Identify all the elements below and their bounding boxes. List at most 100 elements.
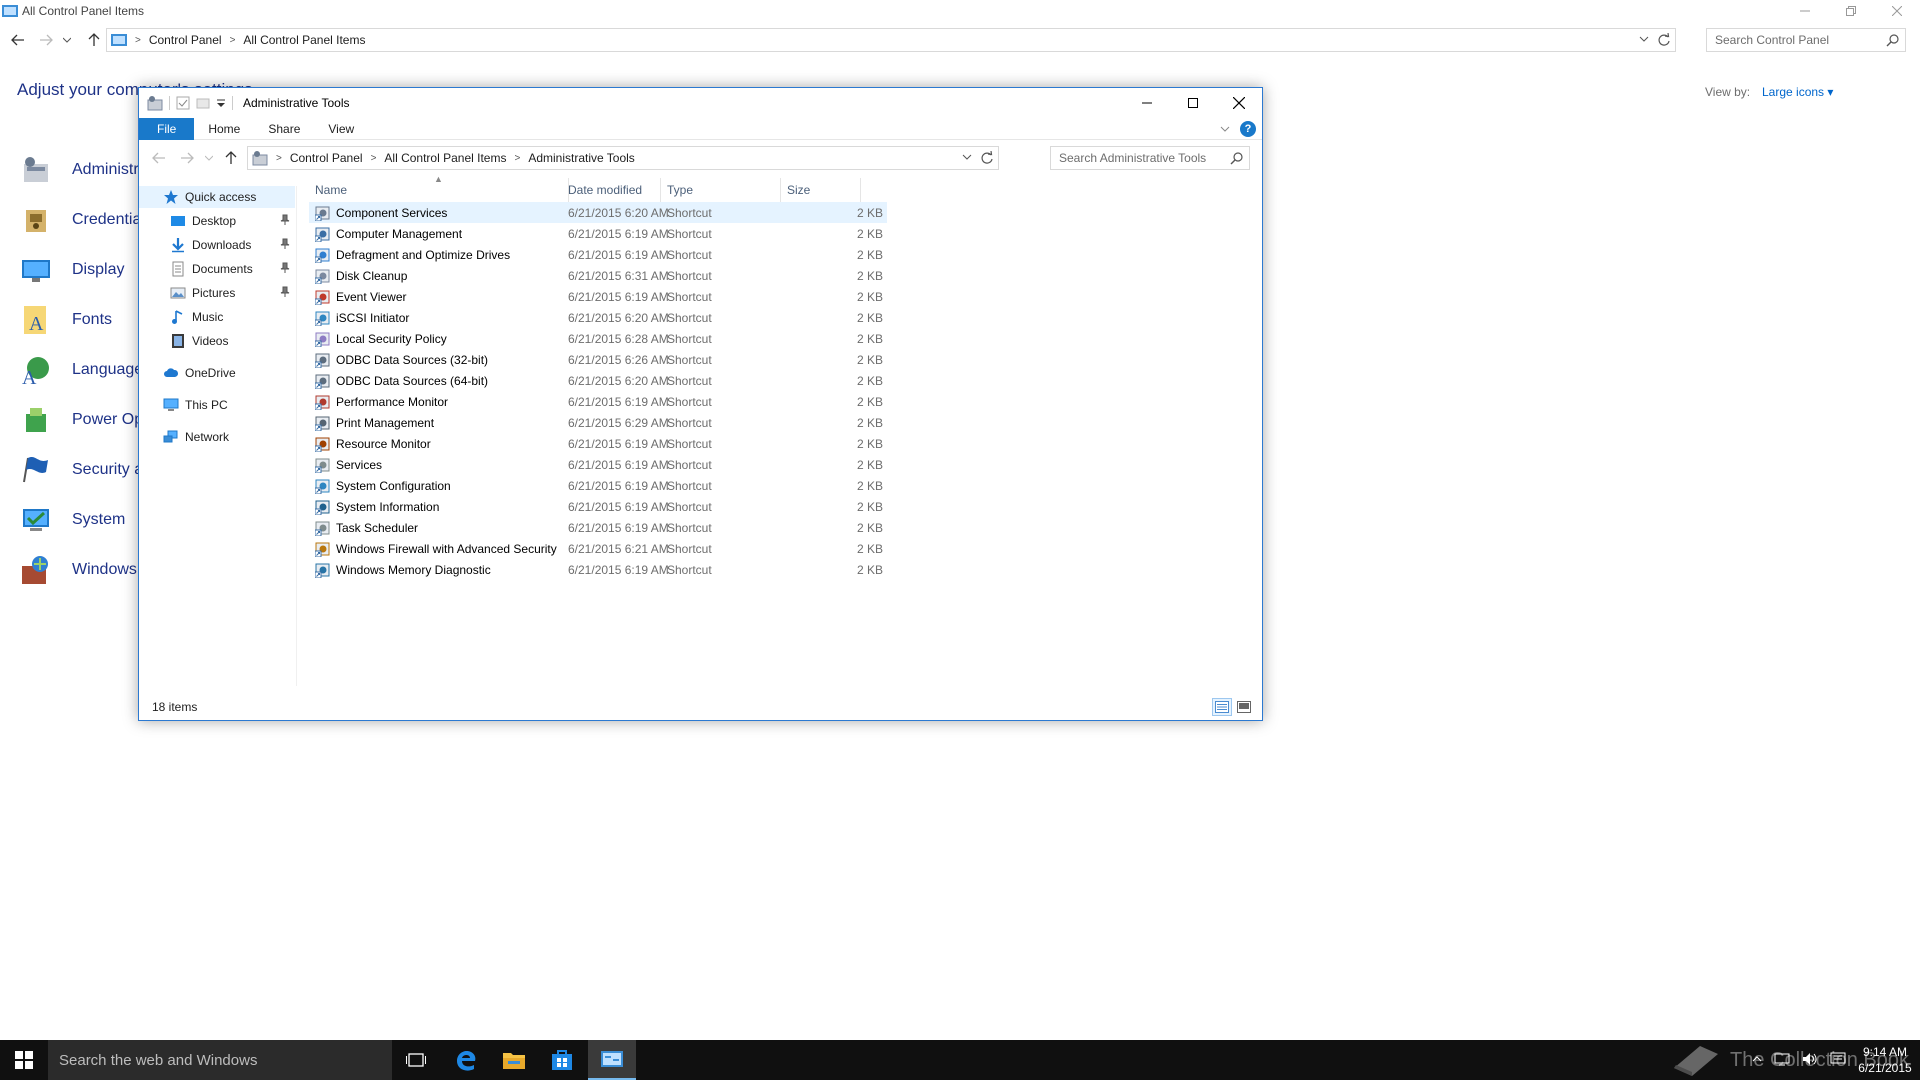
chevron-down-icon[interactable] [1639, 34, 1649, 44]
file-row[interactable]: iSCSI Initiator 6/21/2015 6:20 AM Shortcut… [309, 307, 887, 328]
file-row[interactable]: System Configuration 6/21/2015 6:19 AM Sho… [309, 475, 887, 496]
cp-item-display[interactable]: Display [20, 250, 124, 290]
nav-item-pictures[interactable]: Pictures [139, 282, 295, 304]
close-button[interactable] [1216, 88, 1262, 118]
up-button[interactable] [217, 146, 245, 170]
breadcrumb-control-panel[interactable]: Control Panel [149, 33, 222, 47]
column-header-date-modified[interactable]: Date modified [562, 178, 661, 202]
file-row[interactable]: Task Scheduler 6/21/2015 6:19 AM Shortcut 2… [309, 517, 887, 538]
nav-item-desktop[interactable]: Desktop [139, 210, 295, 232]
network-tray-icon[interactable] [1774, 1052, 1790, 1066]
file-row[interactable]: Print Management 6/21/2015 6:29 AM Shortcu… [309, 412, 887, 433]
chevron-up-icon[interactable] [1752, 1052, 1762, 1066]
breadcrumb-administrative-tools[interactable]: Administrative Tools [528, 151, 635, 165]
recent-locations-button[interactable] [60, 28, 74, 52]
file-date-modified: 6/21/2015 6:29 AM [568, 415, 669, 430]
forward-button[interactable] [173, 146, 201, 170]
nav-item-this-pc[interactable]: This PC [139, 394, 295, 416]
file-row[interactable]: Computer Management 6/21/2015 6:19 AM Shor… [309, 223, 887, 244]
minimize-button[interactable] [1124, 88, 1170, 118]
close-button[interactable] [1874, 0, 1920, 22]
breadcrumb-control-panel[interactable]: Control Panel [290, 151, 363, 165]
file-row[interactable]: ODBC Data Sources (32-bit) 6/21/2015 6:26… [309, 349, 887, 370]
nav-item-downloads[interactable]: Downloads [139, 234, 295, 256]
cp-item-language[interactable]: A Language [20, 350, 143, 390]
explorer-titlebar[interactable]: Administrative Tools [139, 88, 1262, 118]
refresh-icon[interactable] [980, 151, 994, 165]
help-icon[interactable]: ? [1240, 121, 1256, 137]
chevron-down-icon[interactable] [962, 152, 972, 162]
file-row[interactable]: Event Viewer 6/21/2015 6:19 AM Shortcut 2 K… [309, 286, 887, 307]
shortcut-icon [315, 332, 330, 347]
file-row[interactable]: Windows Memory Diagnostic 6/21/2015 6:19 … [309, 559, 887, 580]
start-button[interactable] [0, 1040, 48, 1080]
large-icons-view-button[interactable] [1234, 698, 1254, 716]
nav-item-quick-access[interactable]: Quick access [139, 186, 295, 208]
control-panel-taskbar-button[interactable] [588, 1040, 636, 1080]
column-header-type[interactable]: Type [661, 178, 781, 202]
cp-item-label: System [72, 511, 126, 528]
shortcut-icon [315, 248, 330, 263]
forward-button[interactable] [34, 28, 58, 52]
cp-item-system[interactable]: System [20, 500, 125, 540]
breadcrumb-all-items[interactable]: All Control Panel Items [243, 33, 365, 47]
clock[interactable]: 9:14 AM 6/21/2015 [1852, 1044, 1918, 1076]
file-row[interactable]: Disk Cleanup 6/21/2015 6:31 AM Shortcut 2 K… [309, 265, 887, 286]
up-button[interactable] [82, 28, 106, 52]
nav-item-network[interactable]: Network [139, 426, 295, 448]
control-panel-search-input[interactable]: Search Control Panel [1706, 28, 1906, 52]
maximize-button[interactable] [1170, 88, 1216, 118]
nav-item-onedrive[interactable]: OneDrive [139, 362, 295, 384]
minimize-button[interactable] [1782, 0, 1828, 22]
control-panel-address-bar[interactable]: > Control Panel > All Control Panel Item… [106, 28, 1676, 52]
file-row[interactable]: System Information 6/21/2015 6:19 AM Short… [309, 496, 887, 517]
details-view-button[interactable] [1212, 698, 1232, 716]
store-button[interactable] [538, 1040, 586, 1080]
file-name: Computer Management [336, 226, 463, 241]
expand-ribbon-icon[interactable] [1220, 125, 1230, 133]
file-row[interactable]: Local Security Policy 6/21/2015 6:28 AM Sh… [309, 328, 887, 349]
file-size: 2 KB [856, 436, 883, 451]
file-row[interactable]: Component Services 6/21/2015 6:20 AM Short… [309, 202, 887, 223]
explorer-search-input[interactable]: Search Administrative Tools [1050, 146, 1250, 170]
tab-home[interactable]: Home [194, 118, 254, 140]
control-panel-title: All Control Panel Items [22, 4, 145, 18]
restore-button[interactable] [1828, 0, 1874, 22]
explorer-navbar: > Control Panel > All Control Panel Item… [139, 146, 1262, 170]
refresh-icon[interactable] [1657, 33, 1671, 47]
back-button[interactable] [145, 146, 173, 170]
file-row[interactable]: Resource Monitor 6/21/2015 6:19 AM Shortcu… [309, 433, 887, 454]
file-row[interactable]: Defragment and Optimize Drives 6/21/2015 … [309, 244, 887, 265]
tab-share[interactable]: Share [254, 118, 314, 140]
customize-toolbar-icon[interactable] [216, 98, 226, 108]
notifications-icon[interactable] [1830, 1052, 1846, 1066]
file-row[interactable]: Windows Firewall with Advanced Security 6… [309, 538, 887, 559]
cp-item-fonts[interactable]: A Fonts [20, 300, 112, 340]
file-row[interactable]: ODBC Data Sources (64-bit) 6/21/2015 6:20… [309, 370, 887, 391]
volume-icon[interactable] [1802, 1052, 1818, 1066]
pin-icon[interactable] [279, 238, 291, 250]
task-view-button[interactable] [392, 1040, 440, 1080]
edge-button[interactable] [442, 1040, 490, 1080]
properties-icon[interactable] [176, 96, 190, 110]
file-row[interactable]: Services 6/21/2015 6:19 AM Shortcut 2 KB [309, 454, 887, 475]
nav-item-documents[interactable]: Documents [139, 258, 295, 280]
column-header-size[interactable]: Size [781, 178, 861, 202]
nav-item-videos[interactable]: Videos [139, 330, 295, 352]
pin-icon[interactable] [279, 214, 291, 226]
taskbar-search-box[interactable]: Search the web and Windows [48, 1040, 392, 1080]
pin-icon[interactable] [279, 262, 291, 274]
file-name: Task Scheduler [336, 520, 419, 535]
recent-locations-button[interactable] [201, 146, 217, 170]
tab-view[interactable]: View [314, 118, 368, 140]
back-button[interactable] [6, 28, 30, 52]
file-row[interactable]: Performance Monitor 6/21/2015 6:19 AM Shor… [309, 391, 887, 412]
new-folder-icon[interactable] [196, 96, 210, 110]
nav-item-music[interactable]: Music [139, 306, 295, 328]
view-by-dropdown[interactable]: Large icons [1762, 85, 1833, 99]
explorer-address-bar[interactable]: > Control Panel > All Control Panel Item… [247, 146, 999, 170]
file-explorer-button[interactable] [490, 1040, 538, 1080]
breadcrumb-all-items[interactable]: All Control Panel Items [384, 151, 506, 165]
tab-file[interactable]: File [139, 117, 195, 140]
pin-icon[interactable] [279, 286, 291, 298]
